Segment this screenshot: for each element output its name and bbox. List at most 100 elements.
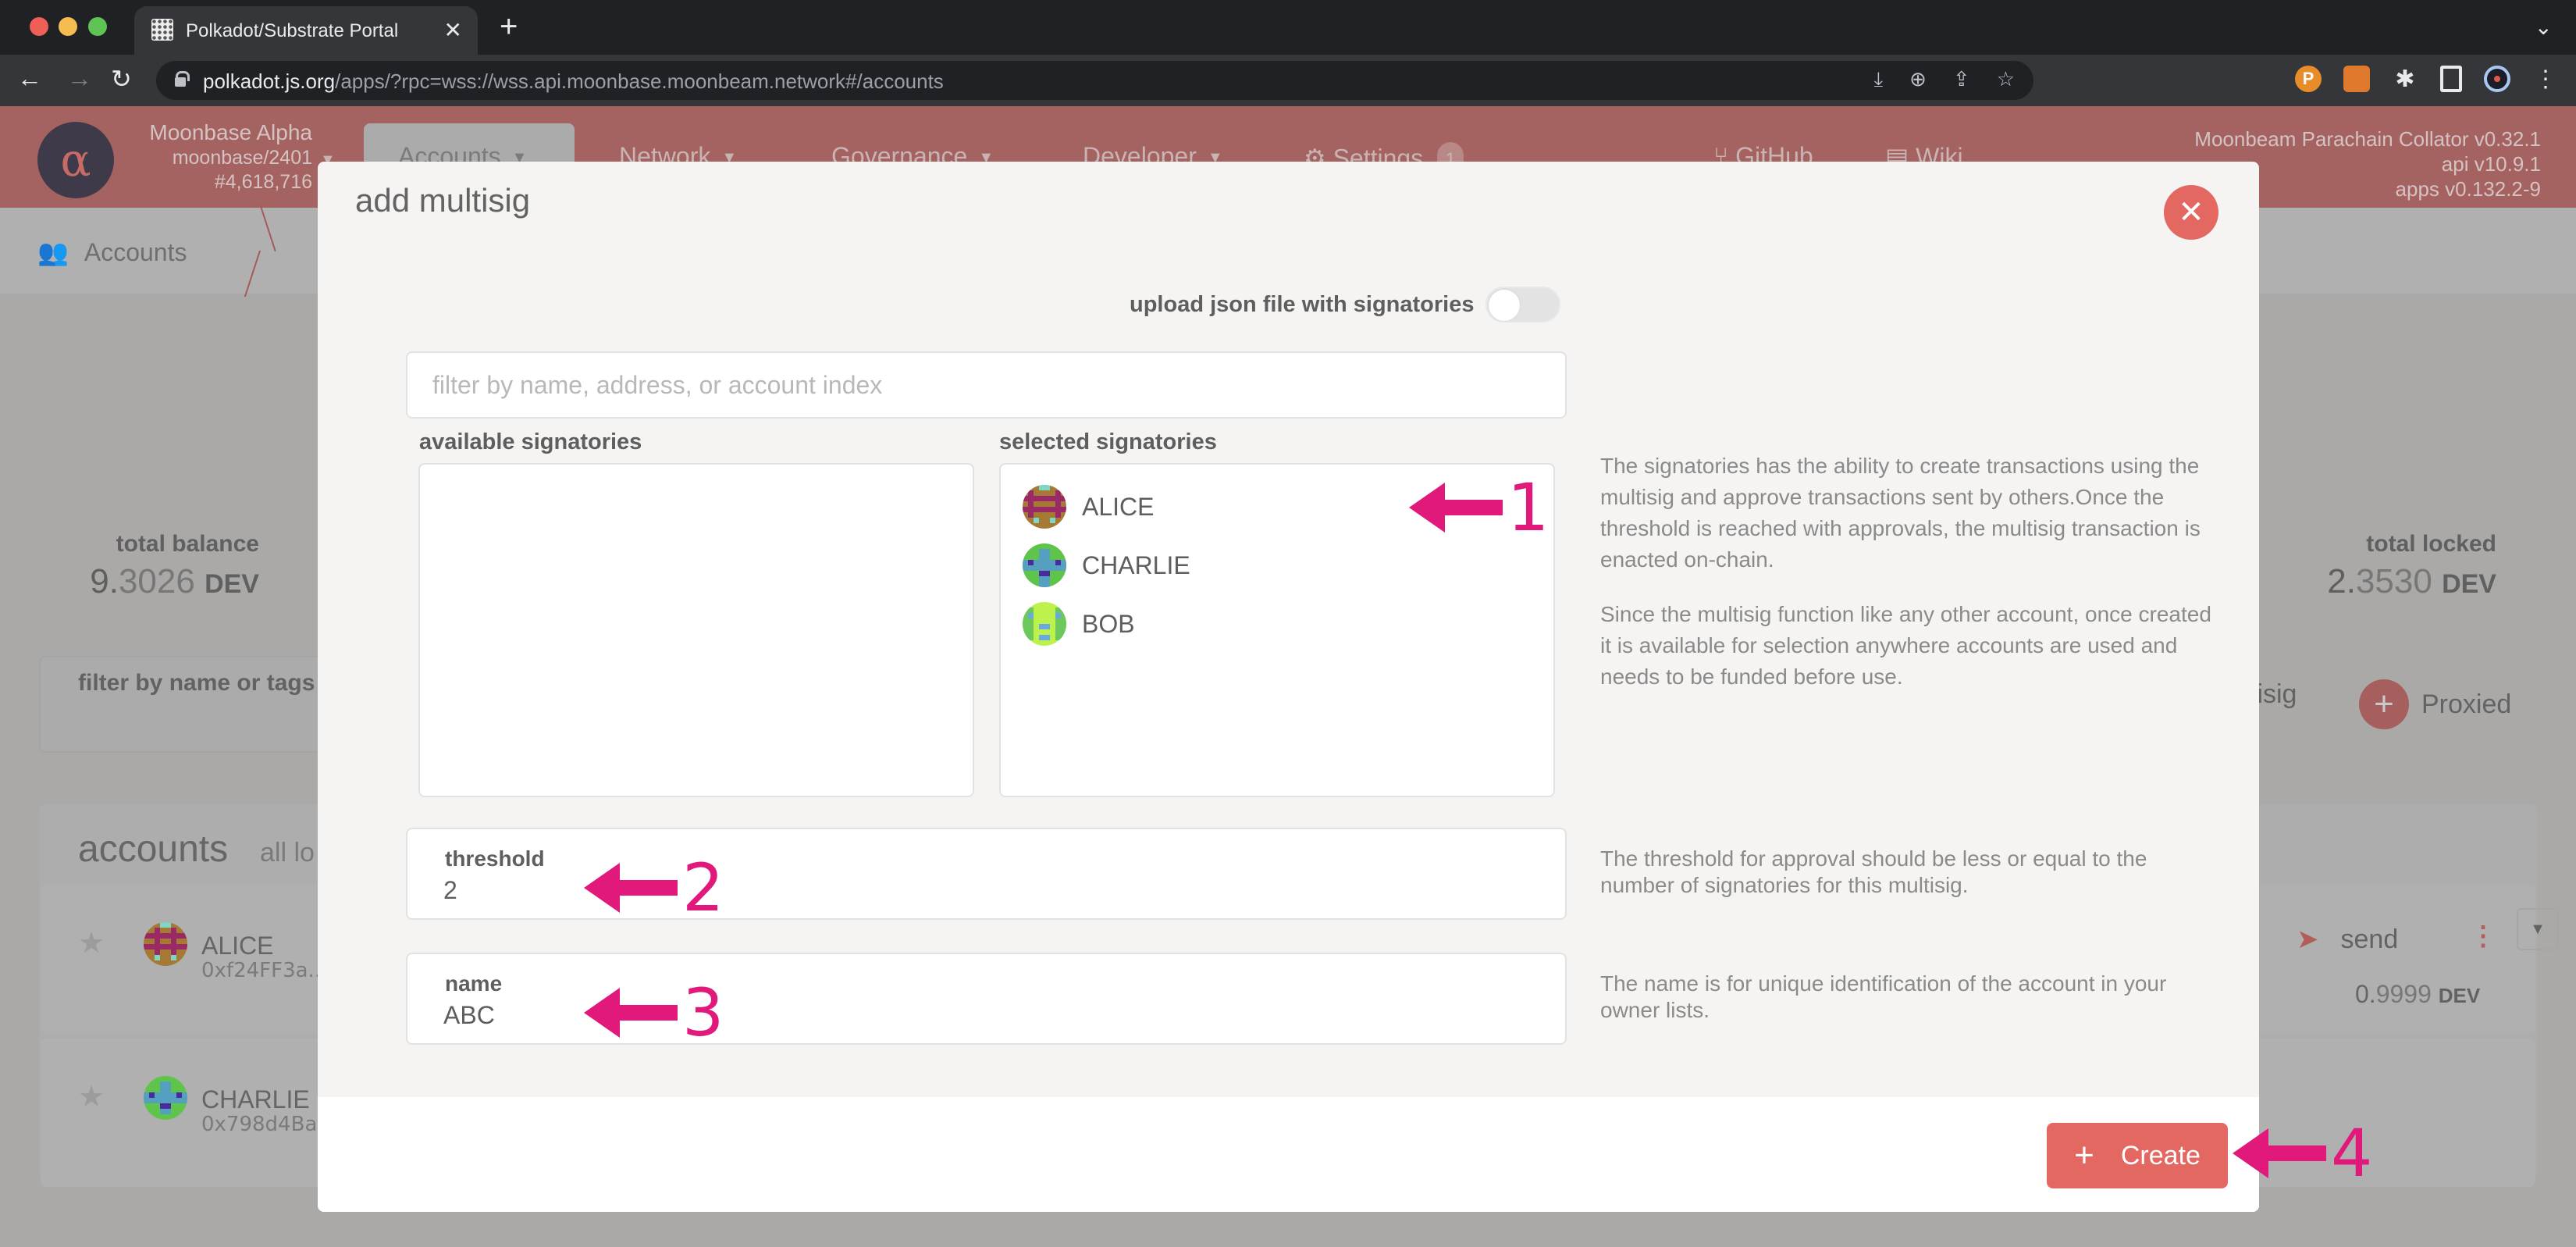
left-arrow-icon [2233, 1128, 2326, 1178]
tab-close-icon[interactable]: ✕ [444, 17, 462, 43]
filter-by-tags-label: filter by name or tags [78, 670, 315, 696]
upload-json-label: upload json file with signatories [1130, 291, 1475, 317]
address-bar[interactable]: polkadot.js.org/apps/?rpc=wss://wss.api.… [156, 61, 2033, 100]
lock-icon[interactable] [175, 71, 190, 87]
plus-icon: + [2074, 1136, 2094, 1174]
window-minimize-button[interactable] [59, 17, 77, 36]
balance-frac: 3026 [118, 562, 195, 600]
chain-spec: moonbase/2401 [172, 147, 312, 169]
window-zoom-button[interactable] [88, 17, 107, 36]
filter-by-tags-field[interactable]: filter by name or tags [39, 656, 351, 753]
url-host: polkadot.js.org [203, 69, 336, 93]
favorite-star-icon[interactable]: ★ [78, 1079, 105, 1114]
available-signatories-list[interactable] [418, 463, 974, 797]
total-balance-label: total balance [116, 531, 259, 557]
proxied-label: Proxied [2421, 689, 2512, 719]
profile-avatar-icon[interactable] [2484, 66, 2510, 92]
upload-json-toggle[interactable] [1485, 287, 1560, 322]
modal-footer: + Create [318, 1097, 2259, 1212]
annotation-arrow-3: 3 [584, 980, 724, 1046]
chain-selector[interactable]: Moonbase Alpha moonbase/2401 #4,618,716 [125, 120, 312, 194]
left-arrow-icon [584, 988, 678, 1038]
account-kebab-icon[interactable]: ⋮ [2470, 921, 2496, 952]
identicon-avatar [1023, 602, 1066, 646]
available-signatories-label: available signatories [419, 429, 642, 454]
forward-arrow-icon[interactable]: → [67, 64, 92, 93]
zoom-icon[interactable]: ⊕ [1909, 67, 1927, 92]
account-address[interactable]: 0xf24FF3a... [201, 959, 327, 982]
selected-signatory-item[interactable]: ALICE [1023, 485, 1154, 529]
signatory-name: CHARLIE [1082, 550, 1190, 579]
name-label: name [445, 971, 503, 996]
plus-icon: + [2359, 679, 2409, 729]
breadcrumb-accounts[interactable]: 👥 Accounts [37, 237, 187, 267]
account-name: CHARLIE [201, 1085, 310, 1113]
close-modal-button[interactable]: ✕ [2164, 185, 2218, 240]
left-arrow-icon [1409, 483, 1503, 533]
signatory-name: ALICE [1082, 492, 1155, 521]
add-proxied-button[interactable]: + Proxied [2359, 679, 2511, 729]
browser-toolbar: ← → ↻ polkadot.js.org/apps/?rpc=wss://ws… [0, 55, 2576, 106]
tab-title: Polkadot/Substrate Portal [186, 20, 399, 41]
node-version: Moonbeam Parachain Collator v0.32.1 [2194, 127, 2541, 151]
polkadot-favicon-icon [151, 19, 173, 41]
download-blocked-icon[interactable]: ⤓ [1874, 67, 1884, 92]
url-text[interactable]: polkadot.js.org/apps/?rpc=wss://wss.api.… [203, 69, 944, 94]
back-arrow-icon[interactable]: ← [17, 64, 42, 93]
signatories-help: The signatories has the ability to creat… [1600, 451, 2225, 693]
threshold-field[interactable]: threshold [406, 828, 1567, 920]
side-panel-icon[interactable] [2440, 66, 2462, 92]
create-button[interactable]: + Create [2047, 1123, 2228, 1188]
favorite-star-icon[interactable]: ★ [78, 925, 105, 960]
selected-signatory-item[interactable]: BOB [1023, 602, 1135, 646]
total-locked-label: total locked [2366, 531, 2496, 557]
annotation-number: 1 [1507, 469, 1550, 546]
bookmark-star-icon[interactable]: ☆ [1997, 67, 2015, 92]
reload-icon[interactable]: ↻ [111, 64, 132, 94]
selected-signatory-item[interactable]: CHARLIE [1023, 543, 1190, 587]
share-icon[interactable]: ⇪ [1953, 67, 1970, 92]
account-balance-unit: DEV [2438, 984, 2481, 1007]
new-tab-button[interactable]: + [500, 9, 518, 45]
account-balance: 0.9999 DEV [2355, 980, 2480, 1009]
send-label: send [2340, 924, 2399, 954]
signatory-name: BOB [1082, 609, 1135, 638]
identicon-avatar [1023, 485, 1066, 529]
account-address[interactable]: 0x798d4Ba... [201, 1113, 336, 1136]
breadcrumb-separator [259, 208, 283, 294]
name-help: The name is for unique identification of… [1600, 971, 2167, 1022]
breadcrumb-label: Accounts [84, 237, 187, 266]
identicon-avatar[interactable] [144, 922, 187, 966]
identicon-avatar[interactable] [144, 1076, 187, 1120]
account-name: ALICE [201, 932, 274, 960]
selected-signatories-label: selected signatories [999, 429, 1217, 454]
modal-title: add multisig [355, 182, 531, 219]
accounts-subtitle: all lo [260, 838, 315, 868]
signatory-filter-input[interactable] [406, 351, 1567, 419]
name-field[interactable]: name [406, 953, 1567, 1045]
browser-tabstrip: Polkadot/Substrate Portal ✕ + ⌄ [0, 0, 2576, 55]
balance-unit: DEV [205, 569, 259, 599]
kebab-menu-icon[interactable]: ⋮ [2532, 66, 2559, 92]
threshold-label: threshold [445, 846, 545, 871]
account-balance-int: 0. [2355, 980, 2376, 1008]
users-icon: 👥 [37, 238, 69, 266]
annotation-number: 3 [682, 974, 724, 1051]
toggle-knob [1488, 290, 1520, 321]
annotation-arrow-1: 1 [1409, 475, 1549, 540]
moonbase-logo-icon[interactable]: α [37, 122, 114, 198]
tab-search-chevron-icon[interactable]: ⌄ [2535, 14, 2553, 40]
annotation-arrow-4: 4 [2233, 1121, 2372, 1186]
locked-int: 2. [2327, 562, 2356, 600]
polkadot-extension-icon[interactable]: P [2295, 66, 2322, 92]
threshold-help: The threshold for approval should be les… [1600, 846, 2147, 897]
balance-int: 9. [90, 562, 119, 600]
send-button[interactable]: ➤ send [2297, 924, 2398, 955]
expand-caret-icon[interactable]: ▼ [2517, 908, 2559, 950]
window-close-button[interactable] [30, 17, 48, 36]
metamask-fox-icon[interactable] [2343, 66, 2370, 92]
signatories-help-paragraph: The signatories has the ability to creat… [1600, 454, 2201, 572]
puzzle-extensions-icon[interactable]: ✱ [2392, 66, 2418, 92]
browser-tab[interactable]: Polkadot/Substrate Portal ✕ [134, 6, 478, 55]
upload-json-row: upload json file with signatories [1130, 287, 1560, 322]
